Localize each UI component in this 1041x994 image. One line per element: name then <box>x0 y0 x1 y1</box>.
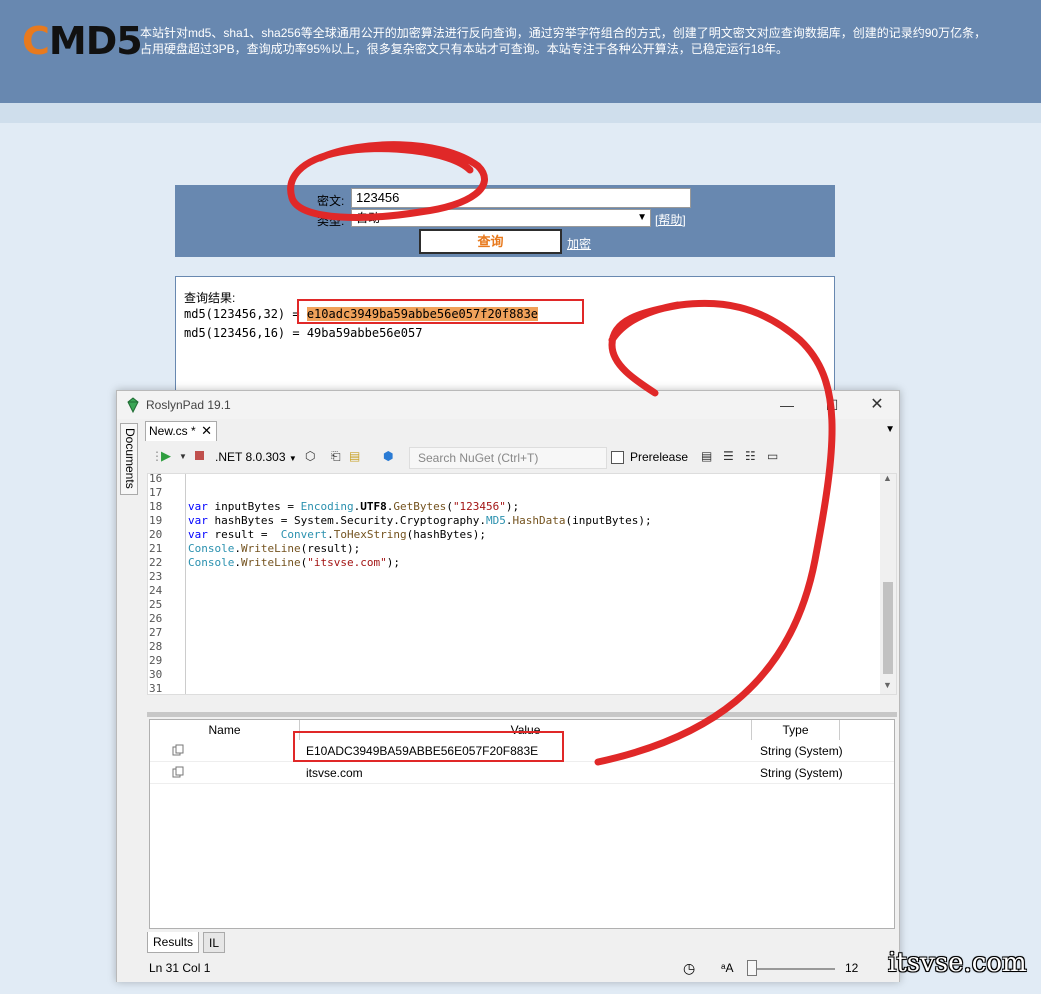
column-header-type[interactable]: Type <box>752 720 840 740</box>
editor-horizontal-scrollbar[interactable] <box>147 695 897 711</box>
code-editor[interactable]: 16 17 18 19 20 21 22 23 24 25 26 27 28 2… <box>147 473 897 695</box>
run-dropdown-icon[interactable]: ▼ <box>179 452 187 461</box>
type-select[interactable]: 自动 ▼ <box>351 209 651 227</box>
zoom-slider-thumb[interactable] <box>747 960 757 976</box>
cipher-label: 密文: <box>317 194 345 208</box>
clock-icon[interactable]: ◷ <box>683 960 695 977</box>
scroll-up-icon[interactable]: ▲ <box>883 474 892 483</box>
code-line-19: var hashBytes = System.Security.Cryptogr… <box>188 514 652 527</box>
watermark: itsvse.com <box>888 948 1027 978</box>
help-link[interactable]: [帮助] <box>655 211 686 228</box>
roslynpad-window: RoslynPad 19.1 — ☐ ✕ Documents New.cs * ✕… <box>116 390 900 982</box>
site-header: CMD5 本站针对md5、sha1、sha256等全球通用公开的加密算法进行反向… <box>0 0 1041 103</box>
stop-icon[interactable] <box>195 451 204 460</box>
comment-icon[interactable]: ☰ <box>723 449 734 463</box>
result-panel: 查询结果: md5(123456,32) = e10adc3949ba59abb… <box>175 276 835 396</box>
tab-menu-icon[interactable]: ▼ <box>885 424 895 435</box>
title-bar[interactable]: RoslynPad 19.1 — ☐ ✕ <box>117 391 899 419</box>
nuget-icon[interactable]: ⬢ <box>383 449 393 463</box>
cursor-position: Ln 31 Col 1 <box>149 961 211 975</box>
window-title: RoslynPad 19.1 <box>146 398 231 412</box>
chevron-down-icon: ▼ <box>637 212 647 223</box>
prerelease-checkbox[interactable] <box>611 451 624 464</box>
editor-vertical-scrollbar[interactable]: ▲ ▼ <box>880 474 896 694</box>
maximize-button[interactable]: ☐ <box>822 395 842 415</box>
minimize-button[interactable]: — <box>777 395 797 415</box>
roslynpad-icon <box>127 397 139 413</box>
site-intro: 本站针对md5、sha1、sha256等全球通用公开的加密算法进行反向查询，通过… <box>140 26 987 56</box>
zoom-slider-track[interactable] <box>753 968 835 970</box>
cipher-input[interactable]: 123456 <box>351 188 691 208</box>
prerelease-label: Prerelease <box>630 450 689 464</box>
column-header-name[interactable]: Name <box>150 720 300 740</box>
uncomment-icon[interactable]: ☷ <box>745 449 756 463</box>
code-line-18: var inputBytes = Encoding.UTF8.GetBytes(… <box>188 500 520 513</box>
copy-icon[interactable] <box>172 766 184 778</box>
query-button[interactable]: 查询 <box>419 229 562 254</box>
close-tab-icon[interactable]: ✕ <box>201 423 212 439</box>
package-icon[interactable]: ⬡ <box>305 449 315 463</box>
toolbar: ⋮ ▶ ▼ .NET 8.0.303 ▼ ⬡ ⎗ ▤ ⬢ Search NuGe… <box>147 443 897 471</box>
code-line-22: Console.WriteLine("itsvse.com"); <box>188 556 400 569</box>
type-label: 类型: <box>317 214 345 228</box>
tab-new-cs[interactable]: New.cs * ✕ <box>145 421 217 441</box>
tab-results[interactable]: Results <box>147 932 200 953</box>
result-row[interactable]: itsvse.com String (System) <box>150 762 894 784</box>
line-number-gutter: 16 17 18 19 20 21 22 23 24 25 26 27 28 2… <box>148 474 186 694</box>
scroll-down-icon[interactable]: ▼ <box>883 680 892 690</box>
tab-il[interactable]: IL <box>203 932 226 953</box>
run-icon[interactable]: ▶ <box>161 448 171 464</box>
close-button[interactable]: ✕ <box>867 395 887 415</box>
result-type: String (System) <box>760 766 843 780</box>
code-line-20: var result = Convert.ToHexString(hashByt… <box>188 528 487 541</box>
format-icon[interactable]: ⎗ <box>331 449 341 464</box>
scrollbar-thumb[interactable] <box>883 582 893 674</box>
console-icon[interactable]: ▭ <box>767 449 778 463</box>
chevron-down-icon: ▼ <box>288 454 297 463</box>
annotation-box-web-hash <box>297 299 584 324</box>
copy-icon[interactable] <box>172 744 184 756</box>
header-strip <box>0 103 1041 123</box>
encrypt-link[interactable]: 加密 <box>567 235 591 252</box>
result-value: itsvse.com <box>306 766 363 780</box>
pane-splitter[interactable] <box>147 712 897 717</box>
framework-selector[interactable]: .NET 8.0.303 ▼ <box>215 450 297 464</box>
result-md5-16: md5(123456,16) = 49ba59abbe56e057 <box>184 326 423 340</box>
document-icon[interactable]: ▤ <box>701 449 712 463</box>
code-line-21: Console.WriteLine(result); <box>188 542 361 555</box>
result-title: 查询结果: <box>184 291 236 305</box>
font-size-icon[interactable]: ᵃA <box>721 961 733 975</box>
result-type: String (System) <box>760 744 843 758</box>
nuget-search-input[interactable]: Search NuGet (Ctrl+T) <box>409 447 607 469</box>
save-icon[interactable]: ▤ <box>349 449 360 463</box>
query-panel: 密文: 123456 类型: 自动 ▼ [帮助] 查询 加密 <box>175 185 835 257</box>
annotation-box-result-hash <box>293 731 564 762</box>
cmd5-logo[interactable]: CMD5 <box>22 19 143 63</box>
status-bar: Ln 31 Col 1 ◷ ᵃA 12 <box>117 956 899 982</box>
zoom-level: 12 <box>845 961 859 975</box>
documents-side-tab[interactable]: Documents <box>120 423 138 495</box>
